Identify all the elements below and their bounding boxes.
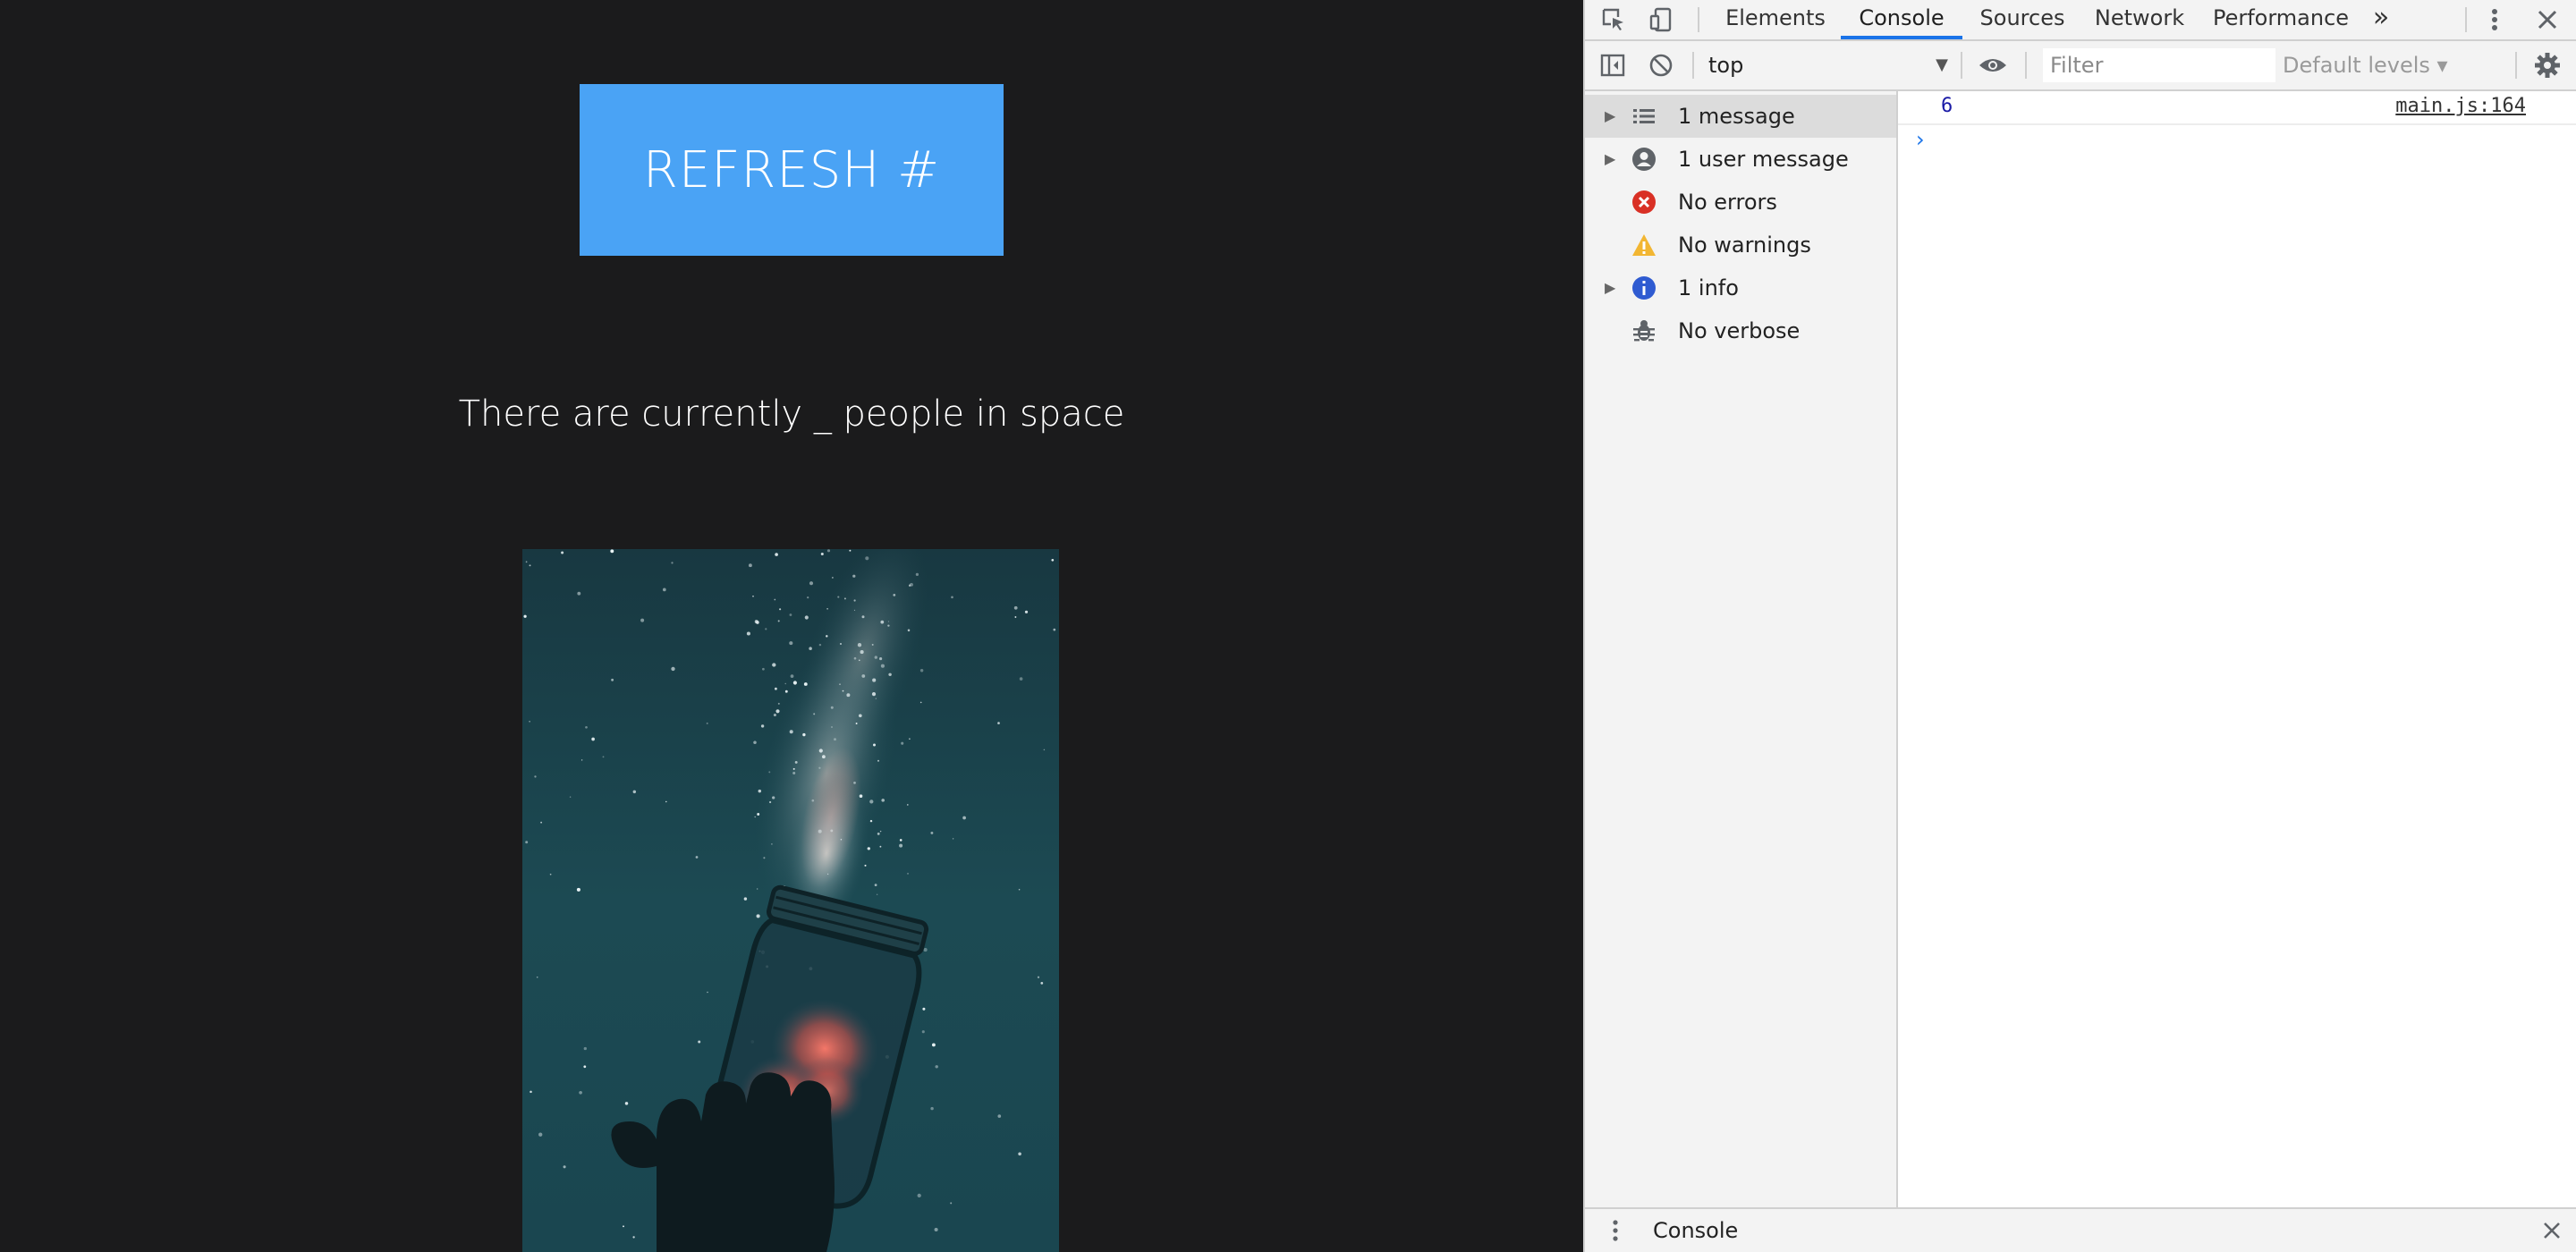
console-message-source-link[interactable]: main.js:164 — [2395, 95, 2526, 117]
info-icon — [1632, 276, 1656, 300]
sidebar-item-label: No errors — [1678, 190, 1777, 215]
drawer-tab-console[interactable]: Console — [1653, 1209, 1738, 1252]
warning-icon — [1632, 234, 1656, 256]
toolbar-divider — [2465, 7, 2467, 32]
bug-icon — [1633, 320, 1655, 342]
sidebar-item-label: 1 info — [1678, 275, 1739, 300]
sidebar-item-label: 1 user message — [1678, 147, 1849, 172]
console-sidebar: ▶ 1 message ▶ 1 user message No errors N… — [1585, 91, 1898, 1207]
context-select[interactable]: top ▼ — [1708, 48, 1948, 82]
devtools-tab-bar: Elements Console Sources Network Perform… — [1585, 0, 2576, 41]
inspect-element-icon[interactable] — [1597, 0, 1630, 39]
console-message-row: 6 main.js:164 — [1898, 91, 2576, 125]
sidebar-toggle-icon[interactable] — [1597, 41, 1628, 89]
sidebar-item-label: No warnings — [1678, 233, 1811, 258]
sidebar-item-errors[interactable]: No errors — [1585, 181, 1896, 224]
prompt-chevron-icon: › — [1916, 127, 1925, 152]
console-drawer: Console — [1585, 1207, 2576, 1252]
filter-input[interactable] — [2043, 48, 2275, 82]
context-select-value: top — [1708, 53, 1744, 78]
sidebar-item-messages[interactable]: ▶ 1 message — [1585, 95, 1896, 138]
error-icon — [1632, 190, 1656, 214]
more-tabs-icon[interactable]: » — [2365, 0, 2397, 39]
user-icon — [1632, 148, 1656, 171]
toolbar-divider — [2025, 52, 2027, 79]
web-page: REFRESH # There are currently _ people i… — [0, 0, 1583, 1252]
close-devtools-icon[interactable] — [2533, 0, 2562, 39]
device-toolbar-icon[interactable] — [1646, 0, 1678, 39]
sidebar-item-verbose[interactable]: No verbose — [1585, 309, 1896, 352]
toolbar-divider — [1692, 52, 1694, 79]
toolbar-divider — [2515, 52, 2517, 79]
log-levels-dropdown[interactable]: Default levels ▾ — [2283, 48, 2448, 82]
expand-arrow-icon[interactable]: ▶ — [1605, 266, 1615, 309]
sidebar-item-user-messages[interactable]: ▶ 1 user message — [1585, 138, 1896, 181]
console-output: 6 main.js:164 › — [1898, 91, 2576, 1207]
tab-console[interactable]: Console — [1841, 0, 1962, 39]
console-prompt[interactable]: › — [1898, 125, 2576, 161]
live-expression-eye-icon[interactable] — [1975, 41, 2011, 89]
tab-network[interactable]: Network — [2089, 0, 2190, 39]
tab-elements[interactable]: Elements — [1719, 0, 1832, 39]
tab-performance[interactable]: Performance — [2204, 0, 2358, 39]
settings-gear-icon[interactable] — [2531, 41, 2563, 89]
expand-arrow-icon[interactable]: ▶ — [1605, 138, 1615, 181]
sidebar-item-info[interactable]: ▶ 1 info — [1585, 266, 1896, 309]
toolbar-divider — [1961, 52, 1962, 79]
sidebar-item-label: No verbose — [1678, 318, 1801, 343]
space-jar-image — [522, 549, 1059, 1252]
tab-sources[interactable]: Sources — [1971, 0, 2073, 39]
devtools-panel: Elements Console Sources Network Perform… — [1583, 0, 2576, 1252]
expand-arrow-icon[interactable]: ▶ — [1605, 95, 1615, 138]
sidebar-item-label: 1 message — [1678, 104, 1795, 129]
clear-console-icon[interactable] — [1646, 41, 1676, 89]
chevron-down-icon: ▼ — [1936, 55, 1948, 74]
refresh-button[interactable]: REFRESH # — [580, 84, 1004, 256]
sidebar-item-warnings[interactable]: No warnings — [1585, 224, 1896, 266]
drawer-menu-icon[interactable] — [1606, 1209, 1624, 1252]
list-icon — [1633, 109, 1655, 123]
kebab-menu-icon[interactable] — [2481, 0, 2508, 39]
console-message-value[interactable]: 6 — [1941, 95, 1953, 117]
toolbar-divider — [1698, 7, 1699, 32]
people-in-space-headline: There are currently _ people in space — [458, 393, 1125, 435]
console-toolbar: top ▼ Default levels ▾ — [1585, 41, 2576, 91]
close-drawer-icon[interactable] — [2538, 1209, 2565, 1252]
